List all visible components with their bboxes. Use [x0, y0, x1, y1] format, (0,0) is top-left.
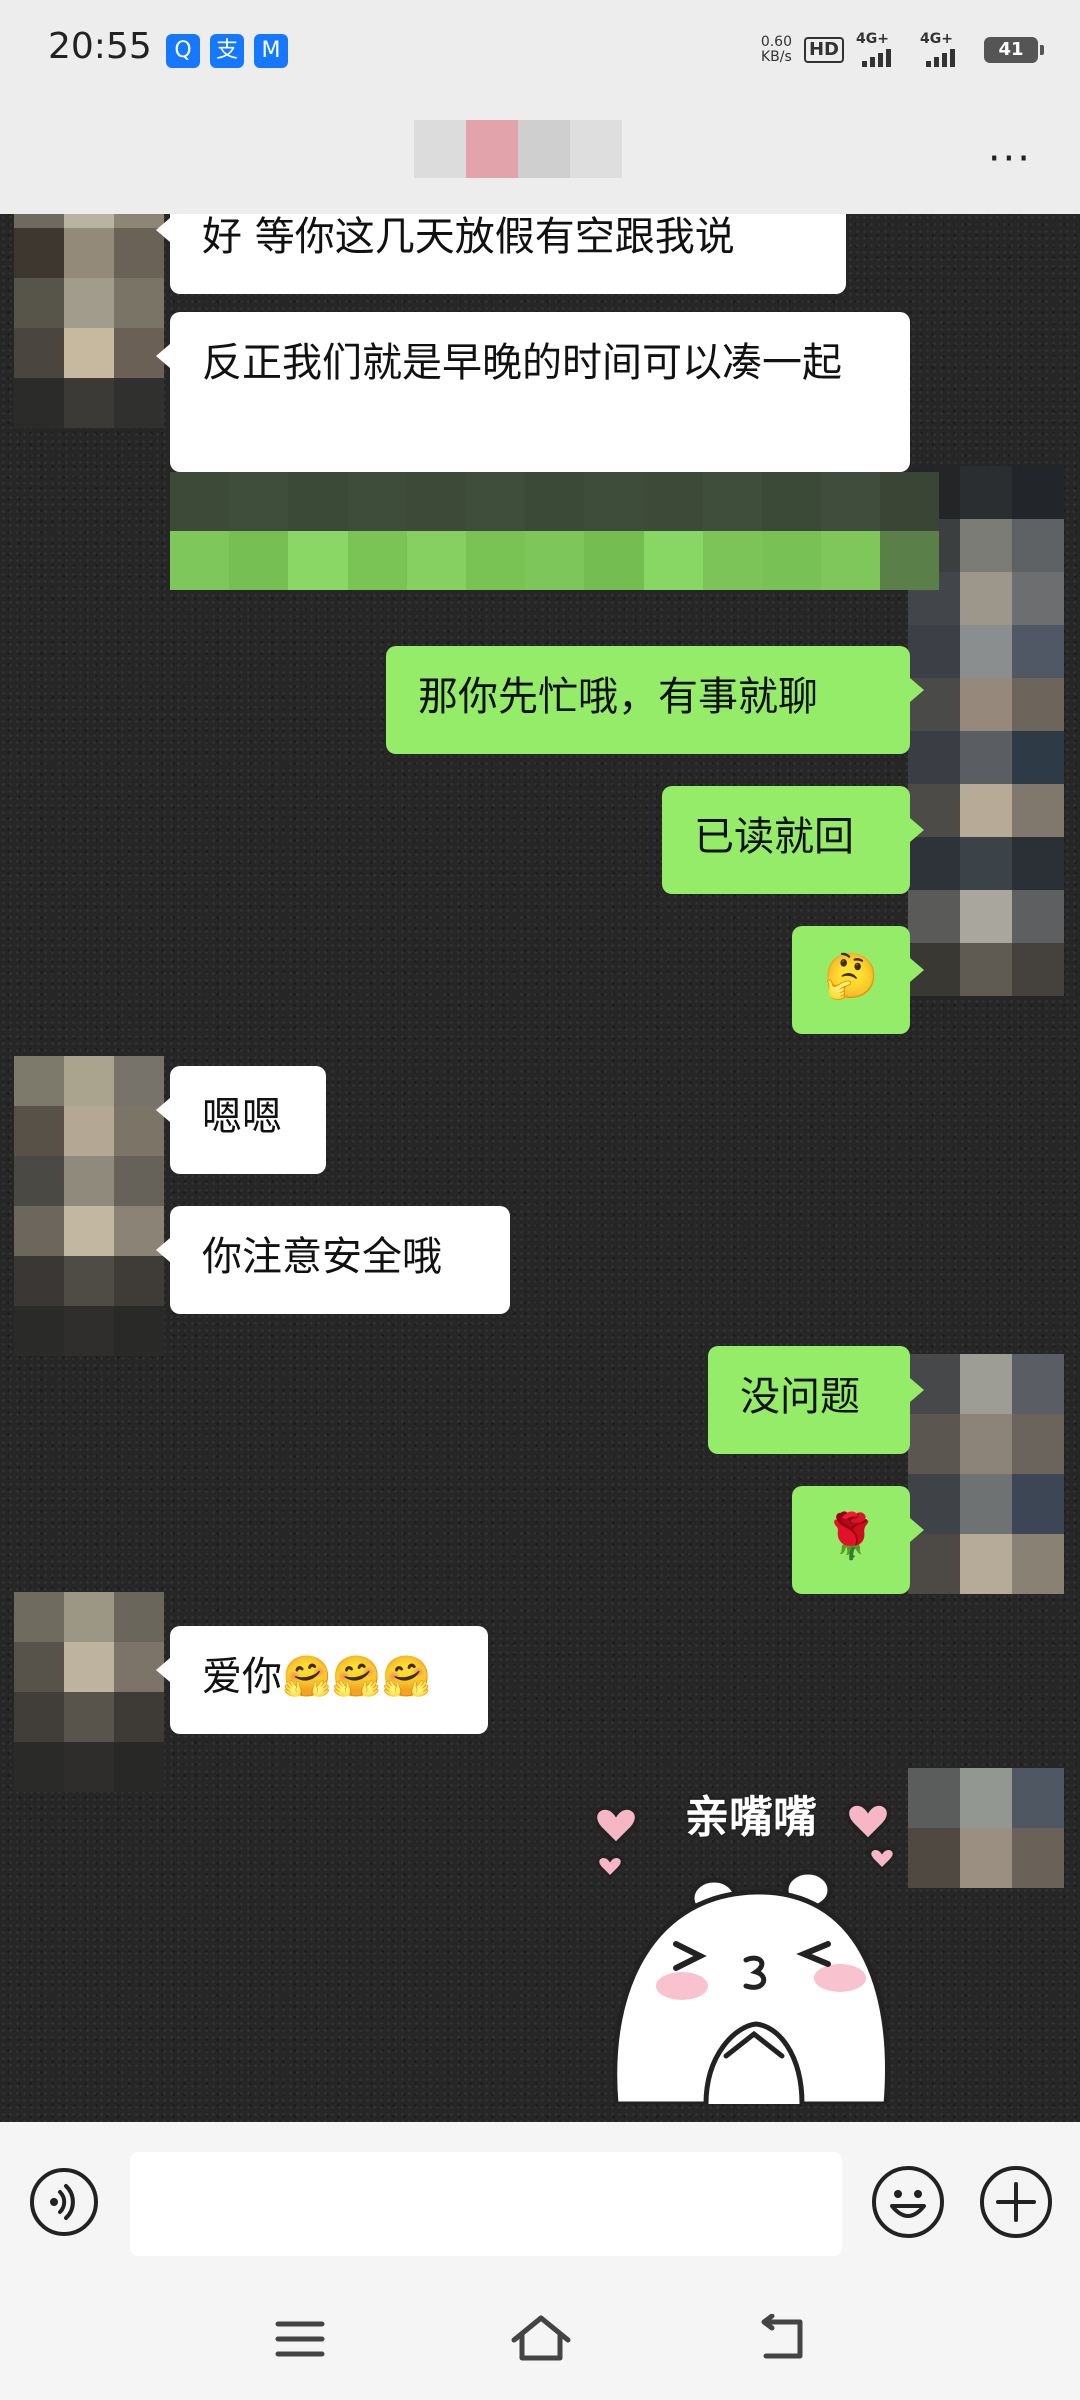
voice-input-button[interactable] — [30, 2168, 98, 2236]
message-bubble-incoming[interactable]: 好 等你这几天放假有空跟我说 — [156, 214, 846, 294]
battery-icon: 41 — [984, 37, 1044, 63]
avatar-redacted — [14, 1592, 164, 1792]
message-bubble-outgoing[interactable]: 🤔 — [792, 926, 924, 1034]
chat-title-redacted — [414, 120, 624, 178]
home-icon[interactable] — [506, 2310, 576, 2366]
chat-header: ··· — [0, 110, 1080, 214]
message-text: 反正我们就是早晚的时间可以凑一起 — [202, 340, 842, 386]
more-features-button[interactable] — [980, 2166, 1052, 2238]
emoji-icon — [890, 2190, 926, 2218]
menu-icon[interactable] — [270, 2314, 330, 2364]
chat-message-list[interactable]: 好 等你这几天放假有空跟我说 反正我们就是早晚的时间可以凑一起 那你先忙哦，有事… — [0, 214, 1080, 2122]
message-bubble-outgoing[interactable]: 🌹 — [792, 1486, 924, 1594]
bear-sticker-image: 亲嘴嘴 — [593, 1791, 896, 2107]
status-indicators: 0.60 KB/s HD 4G+ 4G+ 41 — [760, 30, 1044, 70]
message-bubble-incoming[interactable]: 你注意安全哦 — [156, 1206, 510, 1314]
avatar-redacted — [908, 1768, 1064, 1888]
kiss-sticker[interactable]: 亲嘴嘴 — [593, 1774, 906, 2107]
message-text: 没问题 — [740, 1374, 860, 1420]
message-text: 好 等你这几天放假有空跟我说 — [202, 214, 735, 260]
message-text: 那你先忙哦，有事就聊 — [418, 674, 818, 720]
status-time: 20:55 — [48, 26, 152, 67]
signal-sim1-icon: 4G+ — [856, 31, 908, 67]
message-redacted — [170, 472, 940, 590]
thinking-emoji: 🤔 — [823, 951, 879, 1002]
alipay-icon: 支 — [210, 34, 244, 68]
message-bubble-incoming[interactable]: 反正我们就是早晚的时间可以凑一起 — [156, 312, 910, 472]
rose-emoji: 🌹 — [823, 1511, 879, 1562]
qq-browser-icon: Q — [166, 34, 200, 68]
voice-icon — [50, 2184, 75, 2220]
message-bubble-outgoing[interactable]: 没问题 — [708, 1346, 924, 1454]
message-text: 你注意安全哦 — [202, 1234, 442, 1280]
message-text: 已读就回 — [694, 814, 854, 860]
hd-voice-icon: HD — [803, 37, 844, 63]
chat-input-bar — [0, 2122, 1080, 2282]
message-bubble-incoming[interactable]: 爱你🤗🤗🤗 — [156, 1626, 488, 1734]
system-navigation-bar — [0, 2282, 1080, 2400]
signal-sim2-icon: 4G+ — [920, 31, 972, 67]
message-text: 嗯嗯 — [202, 1094, 282, 1140]
emoji-button[interactable] — [872, 2166, 944, 2238]
status-bar: 20:55 Q 支 M 0.60 KB/s HD 4G+ 4G+ 41 — [0, 0, 1080, 110]
message-input[interactable] — [130, 2152, 842, 2256]
network-speed: 0.60 KB/s — [760, 34, 792, 65]
avatar-redacted — [14, 1056, 164, 1356]
message-bubble-incoming[interactable]: 嗯嗯 — [156, 1066, 326, 1174]
mail-app-icon: M — [254, 34, 288, 68]
message-bubble-outgoing[interactable]: 已读就回 — [662, 786, 924, 894]
avatar-redacted — [14, 214, 164, 428]
message-text: 爱你🤗🤗🤗 — [202, 1654, 432, 1700]
message-bubble-outgoing[interactable]: 那你先忙哦，有事就聊 — [386, 646, 924, 754]
back-icon[interactable] — [752, 2314, 812, 2364]
plus-icon — [996, 2182, 1036, 2222]
svg-text:亲嘴嘴: 亲嘴嘴 — [685, 1792, 817, 1843]
avatar-redacted — [908, 1354, 1064, 1594]
more-options-button[interactable]: ··· — [988, 136, 1032, 182]
